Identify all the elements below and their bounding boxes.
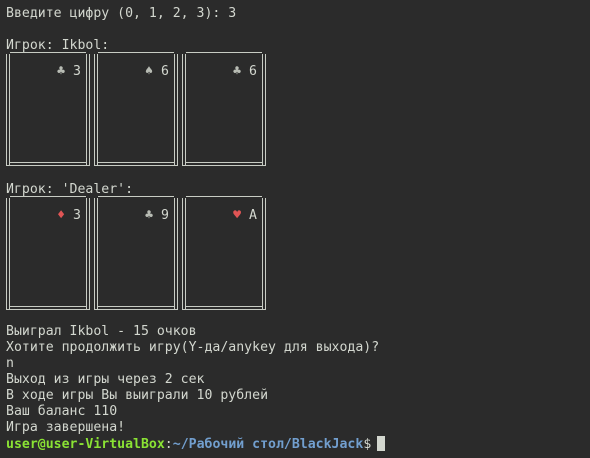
club-suit-icon: ♣ [233, 64, 242, 79]
card-rank: A [249, 208, 257, 223]
winnings-message: В ходе игры Вы выиграли 10 рублей [6, 388, 269, 403]
continue-question: Хотите продолжить игру(Y-да/anykey для в… [6, 340, 380, 355]
club-suit-icon: ♣ [57, 64, 66, 79]
dealer-cards: ♦ 3 ♣ 9 ♥ A [6, 196, 276, 314]
dealer-card-1: ♦ 3 [6, 196, 90, 310]
prompt-symbol: $ [363, 437, 372, 452]
text-cursor[interactable] [377, 436, 386, 451]
card-face: ♣ 6 [233, 64, 257, 80]
card-face: ♠ 6 [145, 64, 169, 80]
player-card-1: ♣ 3 [6, 52, 90, 166]
card-rank: 6 [161, 64, 169, 79]
prompt-user-host: user@user-VirtualBox [6, 437, 165, 452]
card-face: ♥ A [233, 208, 257, 224]
dealer-card-2: ♣ 9 [94, 196, 178, 310]
card-rank: 9 [161, 208, 169, 223]
shell-prompt[interactable]: user@user-VirtualBox:~/Рабочий стол/Blac… [6, 436, 386, 452]
terminal-window[interactable]: Введите цифру (0, 1, 2, 3): 3 Игрок: Ikb… [6, 0, 590, 458]
prompt-path: ~/Рабочий стол/BlackJack [172, 437, 364, 452]
input-prompt-line: Введите цифру (0, 1, 2, 3): 3 [6, 6, 237, 21]
card-face: ♣ 9 [145, 208, 169, 224]
card-rank: 3 [73, 208, 81, 223]
balance-message: Ваш баланс 110 [6, 404, 118, 419]
card-face: ♦ 3 [57, 208, 81, 224]
player-card-3: ♣ 6 [182, 52, 266, 166]
result-message: Выиграл Ikbol - 15 очков [6, 324, 197, 339]
diamond-suit-icon: ♦ [57, 208, 66, 223]
player-cards: ♣ 3 ♠ 6 ♣ 6 [6, 52, 276, 170]
club-suit-icon: ♣ [145, 208, 154, 223]
player-card-2: ♠ 6 [94, 52, 178, 166]
game-over-message: Игра завершена! [6, 420, 126, 435]
user-answer: n [6, 356, 14, 371]
prompt-separator: : [164, 437, 173, 452]
card-rank: 3 [73, 64, 81, 79]
dealer-card-3: ♥ A [182, 196, 266, 310]
card-face: ♣ 3 [57, 64, 81, 80]
exit-message: Выход из игры через 2 сек [6, 372, 205, 387]
card-rank: 6 [249, 64, 257, 79]
heart-suit-icon: ♥ [233, 208, 242, 223]
spade-suit-icon: ♠ [145, 64, 154, 79]
